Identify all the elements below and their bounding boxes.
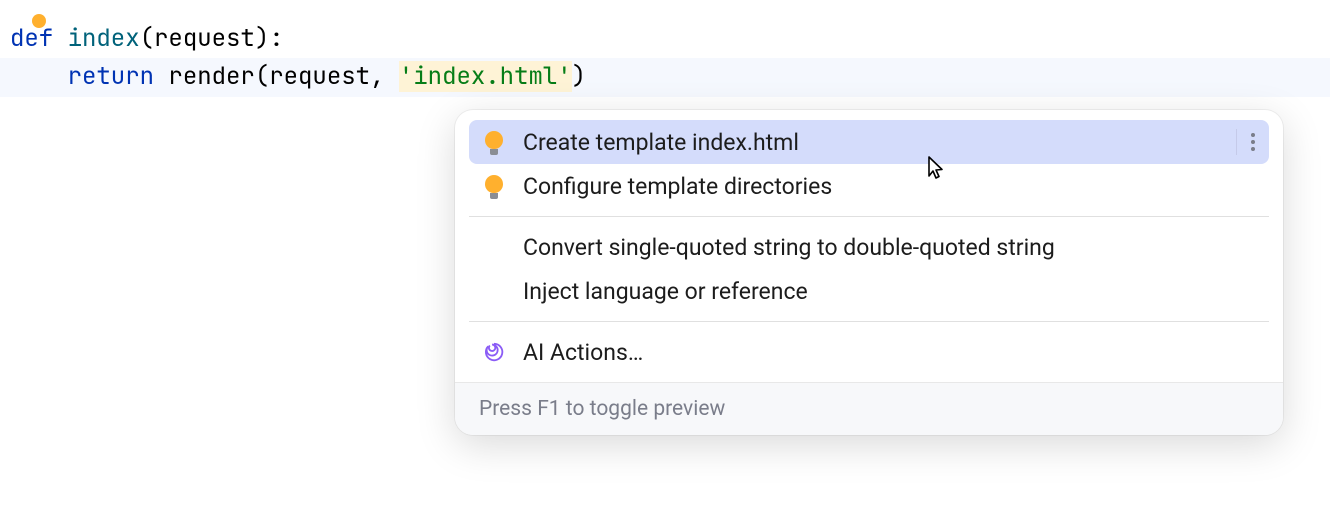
indent: [10, 61, 68, 92]
quote-open: ': [399, 61, 413, 92]
intention-actions-popup: Create template index.html Configure tem…: [455, 110, 1283, 435]
separator: [469, 216, 1269, 217]
action-label: Create template index.html: [523, 129, 1224, 156]
popup-hint-footer: Press F1 to toggle preview: [455, 382, 1283, 435]
code-editor[interactable]: def index(request): return render(reques…: [0, 0, 1330, 97]
comma: ,: [370, 61, 399, 92]
action-convert-quotes[interactable]: Convert single-quoted string to double-q…: [469, 225, 1269, 269]
more-options-icon[interactable]: [1251, 133, 1255, 151]
mouse-cursor-icon: [920, 153, 948, 181]
paren-open-2: (: [255, 61, 269, 92]
action-create-template[interactable]: Create template index.html: [469, 120, 1269, 164]
bulb-icon: [483, 175, 523, 197]
keyword-def: def: [10, 23, 53, 54]
paren-close-2: ): [572, 61, 586, 92]
action-label: Inject language or reference: [523, 278, 1255, 305]
function-call: render: [168, 61, 254, 92]
action-inject-language[interactable]: Inject language or reference: [469, 269, 1269, 313]
swirl-icon: [483, 341, 523, 363]
string-literal: index.html: [413, 61, 557, 92]
parameter: request: [154, 23, 255, 54]
code-line-1: def index(request):: [0, 20, 1330, 58]
separator: [469, 321, 1269, 322]
code-line-2: return render(request, 'index.html'): [0, 58, 1330, 96]
action-label: Convert single-quoted string to double-q…: [523, 234, 1255, 261]
action-ai-actions[interactable]: AI Actions…: [469, 330, 1269, 374]
bulb-icon: [483, 131, 523, 153]
argument-1: request: [269, 61, 370, 92]
paren-open: (: [140, 23, 154, 54]
action-label: AI Actions…: [523, 339, 1255, 366]
function-name: index: [68, 23, 140, 54]
keyword-return: return: [68, 61, 154, 92]
gutter-inspection-dot[interactable]: [32, 14, 46, 28]
paren-close: ): [255, 23, 269, 54]
quote-close: ': [557, 61, 571, 92]
colon: :: [269, 23, 283, 54]
action-configure-template-dirs[interactable]: Configure template directories: [469, 164, 1269, 208]
action-label: Configure template directories: [523, 173, 1255, 200]
hint-text: Press F1 to toggle preview: [479, 397, 725, 421]
